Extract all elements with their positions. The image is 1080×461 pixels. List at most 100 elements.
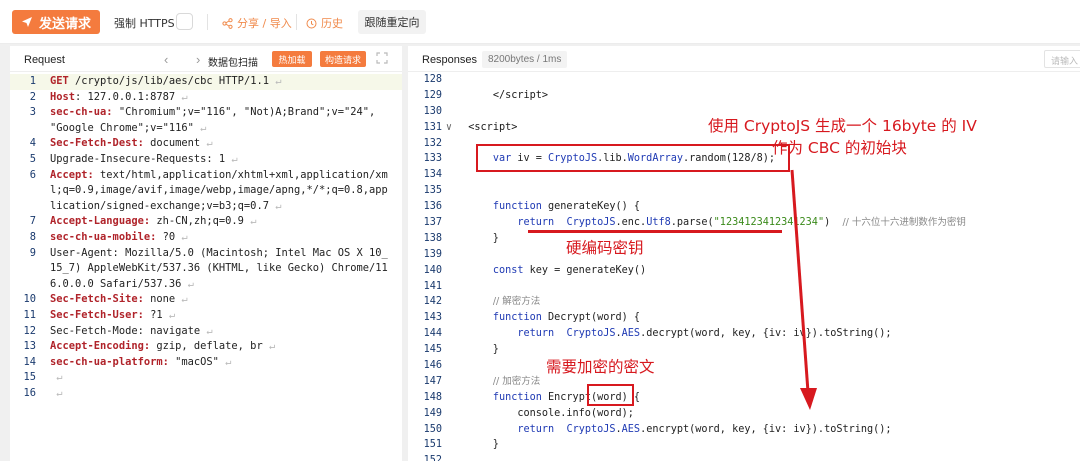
request-panel: Request ‹ › 数据包扫描 热加载 构造请求 1 GET /crypto/… (10, 46, 402, 461)
request-line: 7 Accept-Language: zh-CN,zh;q=0.9 ↵ (10, 214, 402, 230)
force-https-toggle[interactable] (176, 13, 193, 30)
response-line: 143 function Decrypt(word) { (408, 310, 1080, 326)
header-value: User-Agent: Mozilla/5.0 (Macintosh; Inte… (50, 246, 388, 290)
request-title: Request (24, 54, 65, 66)
response-title: Responses (422, 54, 478, 66)
response-line: 144 return CryptoJS.AES.decrypt(word, ke… (408, 326, 1080, 342)
response-search-input[interactable]: 请输入 (1044, 50, 1080, 68)
code-content: console.info(word); (456, 407, 634, 419)
fold-toggle (442, 294, 456, 310)
send-request-button[interactable]: 发送请求 (12, 10, 100, 34)
expand-icon[interactable] (376, 52, 388, 64)
response-line: 137 return CryptoJS.enc.Utf8.parse("1234… (408, 215, 1080, 231)
share-import-button[interactable]: 分享 / 导入 (222, 15, 292, 31)
fold-toggle (442, 453, 456, 461)
line-number: 10 (23, 293, 36, 306)
response-line: 142 // 解密方法 (408, 294, 1080, 310)
line-end-marker: ↵ (175, 230, 188, 243)
line-end-marker: ↵ (193, 121, 207, 134)
line-number: 9 (29, 246, 36, 259)
header-value: : 127.0.0.1:8787 (75, 90, 176, 103)
request-panel-header: Request ‹ › 数据包扫描 热加载 构造请求 (10, 46, 402, 72)
request-line: 6 Accept: text/html,application/xhtml+xml… (10, 168, 402, 215)
history-nav-arrows[interactable]: ‹ › (164, 52, 212, 67)
code-content: const key = generateKey() (492, 264, 647, 276)
request-editor[interactable]: 1 GET /crypto/js/lib/aes/cbc HTTP/1.1 ↵ 2 H… (10, 74, 402, 401)
response-line: 151 } (408, 437, 1080, 453)
follow-redirect-button[interactable]: 跟随重定向 (358, 10, 426, 34)
fold-toggle (442, 422, 456, 438)
line-number: 4 (29, 137, 36, 150)
response-line: 140 const key = generateKey() (408, 263, 1080, 279)
response-panel: Responses 8200bytes / 1ms 请输入 128 129 </… (408, 46, 1080, 461)
request-line: 3 sec-ch-ua: "Chromium";v="116", "Not)A;B… (10, 105, 402, 136)
line-content: User-Agent: Mozilla/5.0 (Macintosh; Inte… (50, 246, 402, 293)
line-end-marker: ↵ (181, 277, 194, 290)
response-line: 129 </script> (408, 88, 1080, 104)
line-content: sec-ch-ua-platform: "macOS" ↵ (50, 355, 402, 371)
line-number: 128 (423, 74, 442, 85)
build-request-button[interactable]: 构造请求 (320, 51, 366, 67)
line-number: 147 (423, 375, 442, 387)
fold-toggle (442, 136, 456, 152)
line-number: 129 (423, 89, 442, 101)
response-line: 146 (408, 358, 1080, 374)
send-request-label: 发送请求 (38, 16, 91, 32)
line-number: 152 (423, 455, 442, 461)
line-content: Sec-Fetch-Dest: document ↵ (50, 136, 402, 152)
top-toolbar: 发送请求 强制 HTTPS 分享 / 导入 历史 跟随重定向 (0, 0, 1080, 44)
line-content: ↵ (50, 370, 402, 386)
line-number: 137 (423, 217, 442, 229)
header-key: sec-ch-ua-mobile: (50, 230, 157, 243)
line-number: 16 (23, 386, 36, 399)
line-content: Sec-Fetch-User: ?1 ↵ (50, 308, 402, 324)
line-number: 139 (423, 248, 442, 260)
request-line: 1 GET /crypto/js/lib/aes/cbc HTTP/1.1 ↵ (10, 74, 402, 90)
request-line: 12 Sec-Fetch-Mode: navigate ↵ (10, 324, 402, 340)
response-panel-header: Responses 8200bytes / 1ms 请输入 (408, 46, 1080, 72)
line-number: 130 (423, 105, 442, 117)
fold-toggle (442, 263, 456, 279)
clock-icon (306, 18, 317, 28)
header-value: Upgrade-Insecure-Requests: 1 (50, 152, 226, 165)
header-value: gzip, deflate, br (150, 340, 263, 353)
fold-toggle (442, 358, 456, 374)
word-param-highlight-box (587, 384, 634, 406)
packet-scan-button[interactable]: 数据包扫描 (208, 54, 258, 69)
fold-toggle (442, 342, 456, 358)
line-number: 5 (29, 152, 36, 165)
history-button[interactable]: 历史 (306, 15, 343, 31)
header-key: Sec-Fetch-Site: (50, 293, 144, 306)
request-line: 8 sec-ch-ua-mobile: ?0 ↵ (10, 230, 402, 246)
line-end-marker: ↵ (50, 371, 63, 384)
line-end-marker: ↵ (268, 199, 282, 212)
response-line: 135 (408, 183, 1080, 199)
fold-toggle[interactable]: ∨ (442, 120, 456, 136)
line-number: 13 (23, 340, 36, 353)
toolbar-divider (207, 14, 208, 30)
fold-toggle (442, 310, 456, 326)
fold-toggle (442, 406, 456, 422)
code-content (456, 279, 1080, 295)
line-content: Sec-Fetch-Mode: navigate ↵ (50, 324, 402, 340)
history-label: 历史 (321, 17, 343, 30)
hot-reload-button[interactable]: 热加载 (272, 51, 312, 67)
line-number: 131 (423, 121, 442, 133)
line-number: 145 (423, 344, 442, 356)
line-end-marker: ↵ (225, 152, 238, 165)
header-value: /crypto/js/lib/aes/cbc HTTP/1.1 (68, 75, 269, 87)
request-line: 2 Host: 127.0.0.1:8787 ↵ (10, 90, 402, 106)
line-content: sec-ch-ua-mobile: ?0 ↵ (50, 230, 402, 246)
line-number: 15 (23, 371, 36, 384)
line-number: 150 (423, 423, 442, 435)
response-line: 136 function generateKey() { (408, 199, 1080, 215)
request-line: 14 sec-ch-ua-platform: "macOS" ↵ (10, 355, 402, 371)
fold-toggle (442, 167, 456, 183)
line-content: GET /crypto/js/lib/aes/cbc HTTP/1.1 ↵ (50, 74, 402, 90)
hardcoded-key-annotation: 硬编码密钥 (566, 239, 644, 257)
share-import-label: 分享 / 导入 (237, 17, 292, 30)
toolbar-divider (296, 14, 297, 30)
fold-toggle (442, 390, 456, 406)
line-number: 11 (23, 308, 36, 321)
request-line: 16 ↵ (10, 386, 402, 402)
